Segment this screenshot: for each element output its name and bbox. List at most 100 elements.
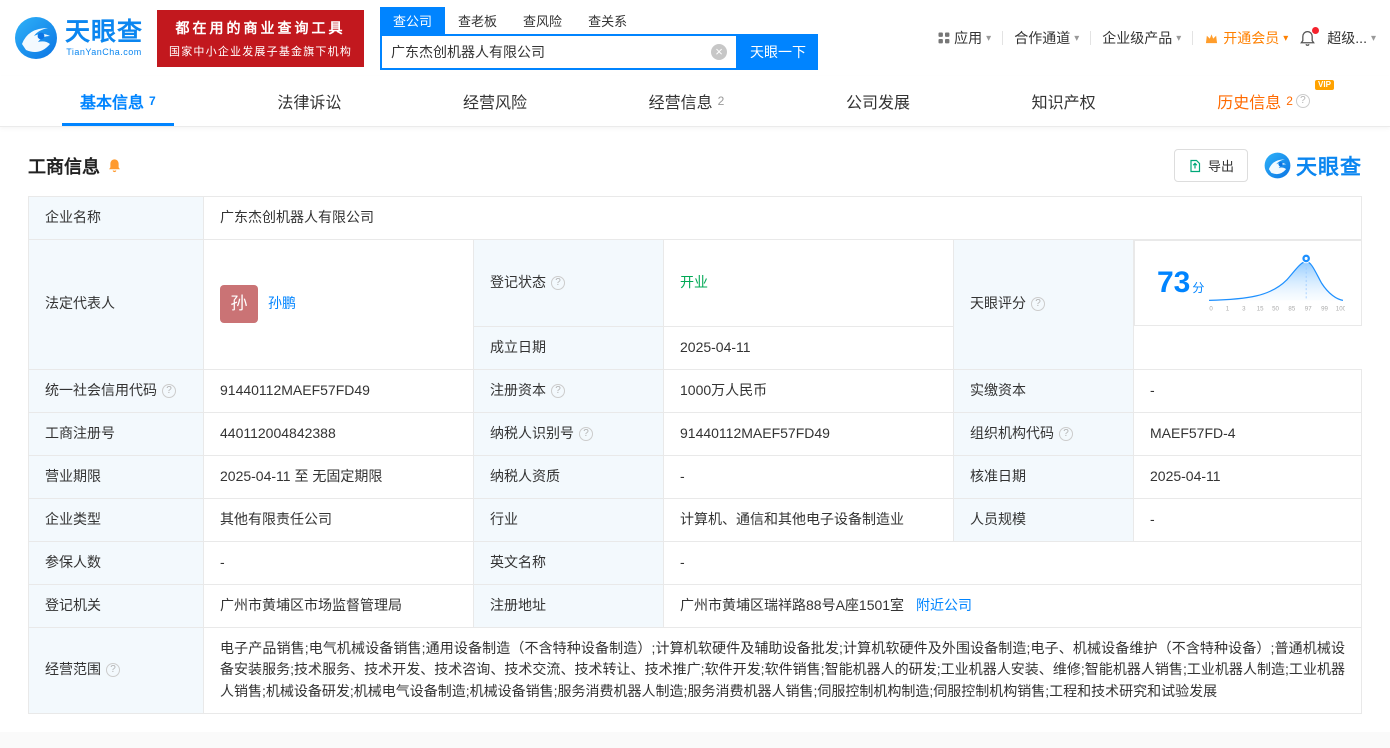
nav-divider [1192, 31, 1194, 45]
business-info-header: 工商信息 导出 天眼查 [28, 149, 1362, 182]
table-row: 登记机关 广州市黄埔区市场监督管理局 注册地址 广州市黄埔区瑞祥路88号A座15… [28, 583, 1362, 628]
reg-authority-label: 登记机关 [45, 596, 101, 613]
table-row: 法定代表人 孙 孙鹏 登记状态 ? 开业 天眼评分 ? 73 分 0 1 3 1… [28, 239, 1362, 370]
clear-search-icon[interactable]: × [711, 43, 728, 60]
score-distribution-chart: 0 1 3 15 50 85 97 99 100 [1208, 253, 1345, 313]
svg-text:99: 99 [1321, 306, 1328, 313]
business-scope-label: 经营范围 [45, 661, 101, 678]
org-code-value: MAEF57FD-4 [1150, 424, 1236, 441]
company-name-label: 企业名称 [45, 209, 101, 226]
chevron-down-icon: ▾ [1283, 32, 1289, 44]
nav-divider [1090, 31, 1092, 45]
svg-text:1: 1 [1225, 306, 1229, 313]
english-name-label: 英文名称 [490, 553, 546, 570]
svg-text:50: 50 [1272, 306, 1279, 313]
table-row: 工商注册号 440112004842388 纳税人识别号 ? 91440112M… [28, 411, 1362, 456]
reg-status-label: 登记状态 [490, 273, 546, 290]
section-title: 工商信息 [28, 156, 100, 177]
company-type-value: 其他有限责任公司 [220, 510, 332, 527]
established-value: 2025-04-11 [680, 338, 751, 355]
help-icon[interactable]: ? [551, 383, 565, 398]
top-nav: 应用 ▾ 合作通道 ▾ 企业级产品 ▾ 开通会员 ▾ 超级... ▾ [938, 26, 1376, 48]
term-label: 营业期限 [45, 467, 101, 484]
help-icon[interactable]: ? [1031, 297, 1045, 312]
tab-label: 经营信息 [648, 95, 713, 112]
search-input-wrap: × [380, 33, 739, 70]
score-value: 73 [1157, 265, 1191, 299]
vip-badge: VIP [1315, 80, 1334, 90]
svg-text:100: 100 [1335, 306, 1344, 313]
search-tab-risk[interactable]: 查风险 [510, 7, 575, 34]
search-button[interactable]: 天眼一下 [738, 33, 819, 70]
grid-icon [938, 32, 950, 44]
search-block: 查公司 查老板 查风险 查关系 × 天眼一下 [380, 6, 819, 70]
paid-capital-value: - [1150, 381, 1155, 398]
insured-count-label: 参保人数 [45, 553, 101, 570]
term-value: 2025-04-11 至 无固定期限 [220, 467, 383, 484]
insured-count-value: - [220, 553, 225, 570]
reg-address-label: 注册地址 [490, 596, 546, 613]
reg-status-value: 开业 [680, 273, 708, 290]
score-unit: 分 [1192, 280, 1205, 295]
tab-legal-litigation[interactable]: 法律诉讼 [259, 76, 359, 126]
tab-basic-info[interactable]: 基本信息 7 [62, 76, 174, 126]
tianyancha-logo[interactable]: 天眼查 TianYanCha.com [14, 16, 143, 60]
tab-intellectual-property[interactable]: 知识产权 [1014, 76, 1114, 126]
approval-date-value: 2025-04-11 [1150, 467, 1221, 484]
export-label: 导出 [1207, 159, 1234, 174]
help-icon[interactable]: ? [106, 663, 120, 678]
page-bottom-strip [0, 731, 1390, 748]
nav-apps[interactable]: 应用 ▾ [938, 28, 991, 48]
company-tabbar: 基本信息 7 法律诉讼 经营风险 经营信息 2 公司发展 知识产权 VIP 历史… [0, 76, 1390, 127]
top-header: 天眼查 TianYanCha.com 都在用的商业查询工具 国家中小企业发展子基… [0, 0, 1390, 76]
business-scope-value: 电子产品销售;电气机械设备销售;通用设备制造（不含特种设备制造）;计算机软硬件及… [220, 639, 1345, 699]
industry-value: 计算机、通信和其他电子设备制造业 [680, 510, 904, 527]
search-input[interactable] [391, 43, 712, 60]
company-name-value: 广东杰创机器人有限公司 [220, 209, 374, 226]
nav-enterprise[interactable]: 企业级产品 ▾ [1102, 28, 1181, 48]
monitor-bell-icon[interactable] [107, 158, 122, 173]
nav-membership[interactable]: 开通会员 ▾ [1204, 28, 1288, 48]
tianyancha-logo-icon [15, 17, 57, 59]
staff-size-label: 人员规模 [970, 510, 1026, 527]
tab-company-development[interactable]: 公司发展 [828, 76, 928, 126]
notification-bell[interactable] [1299, 26, 1320, 47]
help-icon[interactable]: ? [551, 275, 565, 290]
svg-text:15: 15 [1256, 306, 1263, 313]
reg-capital-value: 1000万人民币 [680, 381, 768, 398]
chevron-down-icon: ▾ [1370, 32, 1376, 44]
nav-partners[interactable]: 合作通道 ▾ [1014, 28, 1079, 48]
help-icon[interactable]: ? [1295, 94, 1310, 108]
nav-membership-label: 开通会员 [1223, 30, 1280, 46]
tab-history-info[interactable]: VIP 历史信息 2 ? [1199, 76, 1334, 126]
svg-text:0: 0 [1209, 306, 1213, 313]
legal-rep-link[interactable]: 孙鹏 [268, 293, 296, 315]
table-row: 统一社会信用代码 ? 91440112MAEF57FD49 注册资本 ? 100… [28, 368, 1362, 413]
business-info-table: 企业名称 广东杰创机器人有限公司 法定代表人 孙 孙鹏 登记状态 ? 开业 天眼… [28, 196, 1362, 714]
search-tab-boss[interactable]: 查老板 [445, 7, 510, 34]
export-button[interactable]: 导出 [1173, 149, 1248, 182]
help-icon[interactable]: ? [1059, 426, 1073, 441]
svg-text:97: 97 [1304, 306, 1311, 313]
search-tab-company[interactable]: 查公司 [380, 6, 446, 34]
help-icon[interactable]: ? [579, 426, 593, 441]
help-icon[interactable]: ? [162, 383, 176, 398]
table-row: 企业名称 广东杰创机器人有限公司 [28, 196, 1362, 240]
tab-label: 知识产权 [1031, 95, 1096, 112]
nearby-companies-link[interactable]: 附近公司 [916, 597, 972, 613]
tab-operating-info[interactable]: 经营信息 2 [631, 76, 743, 126]
brand-watermark[interactable]: 天眼查 [1264, 151, 1362, 181]
tianyan-score: 73 分 [1157, 260, 1204, 307]
tab-operating-risk[interactable]: 经营风险 [445, 76, 545, 126]
chevron-down-icon: ▾ [986, 32, 992, 44]
nav-partners-label: 合作通道 [1014, 30, 1071, 46]
promo-line2: 国家中小企业发展子基金旗下机构 [169, 45, 353, 58]
reg-authority-value: 广州市黄埔区市场监督管理局 [220, 596, 402, 613]
credit-code-value: 91440112MAEF57FD49 [220, 381, 370, 398]
tab-label: 公司发展 [845, 95, 910, 112]
search-tab-relation[interactable]: 查关系 [575, 7, 640, 34]
company-type-label: 企业类型 [45, 510, 101, 527]
reg-capital-label: 注册资本 [490, 381, 546, 398]
legal-rep-avatar[interactable]: 孙 [220, 285, 258, 324]
nav-super-vip[interactable]: 超级... ▾ [1327, 28, 1376, 48]
